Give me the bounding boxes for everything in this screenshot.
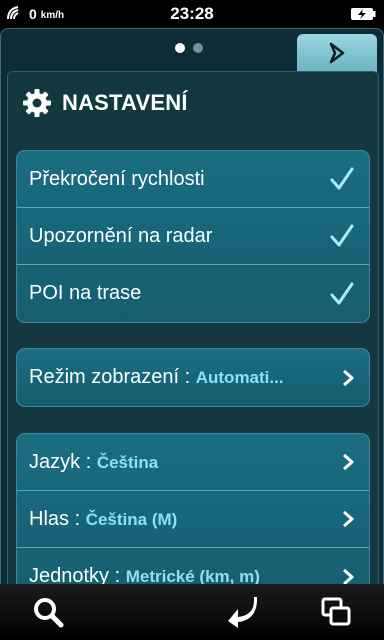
search-icon [34, 598, 64, 628]
setting-language[interactable]: Jazyk : Čeština [17, 434, 369, 491]
alerts-group: Překročení rychlosti Upozornění na radar… [16, 150, 370, 323]
windows-icon [321, 597, 351, 626]
bottom-toolbar [0, 584, 384, 640]
checkmark-icon[interactable] [329, 281, 355, 307]
setting-speeding-alert[interactable]: Překročení rychlosti [17, 151, 369, 208]
setting-label: Jednotky : Metrické (km, m) [29, 565, 335, 584]
units-label: Jednotky : [29, 565, 121, 584]
settings-content: NASTAVENÍ Překročení rychlosti Upozorněn… [7, 71, 379, 584]
windows-button[interactable] [316, 592, 356, 632]
chevron-right-icon [343, 510, 354, 528]
display-mode-label: Režim zobrazení : [29, 366, 191, 388]
checkmark-icon[interactable] [329, 166, 355, 192]
battery-charging-icon [351, 8, 376, 20]
page-title: NASTAVENÍ [62, 90, 188, 115]
setting-label: POI na trase [29, 282, 142, 304]
settings-panel: NASTAVENÍ Překročení rychlosti Upozorněn… [0, 28, 384, 584]
general-group: Jazyk : Čeština Hlas : Čeština (M) Jedno… [16, 433, 370, 584]
setting-poi-on-route[interactable]: POI na trase [17, 265, 369, 322]
clock: 23:28 [170, 4, 214, 23]
page-dot-1 [175, 43, 185, 53]
back-arrow-icon [228, 597, 257, 628]
page-indicator [175, 43, 203, 53]
setting-label: Upozornění na radar [29, 224, 213, 247]
search-button[interactable] [28, 592, 68, 632]
setting-voice[interactable]: Hlas : Čeština (M) [17, 491, 369, 548]
units-value: Metrické (km, m) [125, 567, 260, 584]
page-dot-2 [193, 43, 203, 53]
checkmark-icon[interactable] [329, 223, 355, 249]
chevron-right-icon [343, 568, 354, 584]
setting-label: Režim zobrazení : Automati... [29, 366, 335, 389]
setting-units[interactable]: Jednotky : Metrické (km, m) [17, 548, 369, 584]
page-header: NASTAVENÍ [22, 88, 188, 118]
display-mode-value: Automati... [195, 368, 284, 387]
next-page-button[interactable] [297, 34, 377, 72]
forward-arrow-icon [329, 42, 345, 64]
setting-radar-alert[interactable]: Upozornění na radar [17, 208, 369, 265]
setting-label: Překročení rychlosti [29, 167, 205, 190]
setting-label: Hlas : Čeština (M) [29, 508, 335, 531]
display-group: Režim zobrazení : Automati... [16, 348, 370, 407]
status-bar: 0 km/h 23:28 [0, 0, 384, 28]
language-value: Čeština [96, 452, 159, 472]
language-label: Jazyk : [29, 450, 92, 473]
back-button[interactable] [222, 592, 262, 632]
setting-display-mode[interactable]: Režim zobrazení : Automati... [17, 349, 369, 406]
chevron-right-icon [343, 453, 354, 471]
voice-label: Hlas : [29, 507, 81, 530]
gear-icon [23, 89, 51, 117]
setting-label: Jazyk : Čeština [29, 451, 335, 474]
chevron-right-icon [343, 369, 354, 386]
voice-value: Čeština (M) [85, 509, 178, 529]
